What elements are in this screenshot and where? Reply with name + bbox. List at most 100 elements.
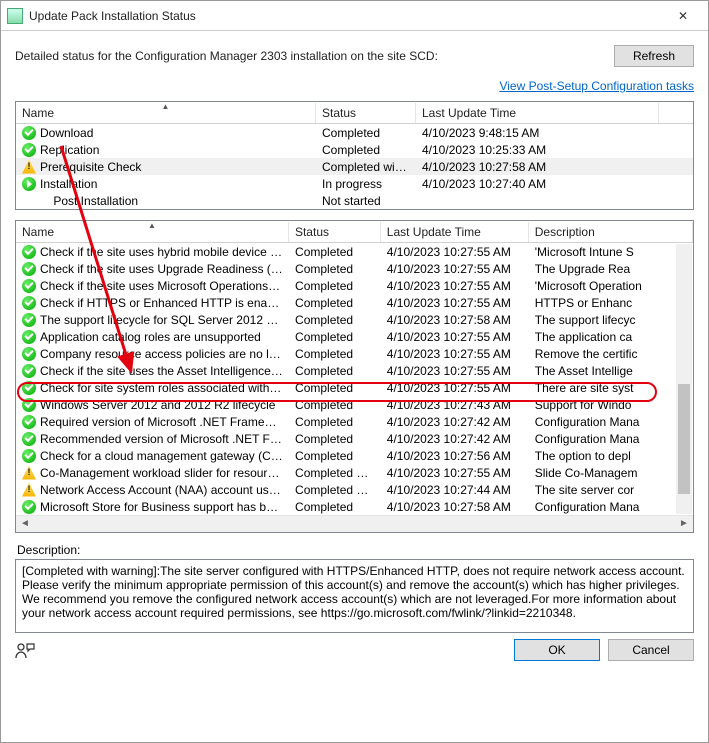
row-status: Completed [289,347,381,361]
intro-text: Detailed status for the Configuration Ma… [15,45,614,63]
row-status: Completed [289,398,381,412]
close-icon: ✕ [678,9,688,23]
row-time: 4/10/2023 10:27:42 AM [381,415,529,429]
row-desc: The site server cor [529,483,693,497]
row-status: Completed [289,330,381,344]
horizontal-scrollbar[interactable]: ◄ ► [16,515,693,532]
list-row[interactable]: Check for a cloud management gateway (CM… [16,447,693,464]
row-time: 4/10/2023 10:27:55 AM [381,364,529,378]
row-status: Completed [289,313,381,327]
row-time: 4/10/2023 10:27:55 AM [381,245,529,259]
col-desc[interactable]: Description [529,222,693,242]
list-row[interactable]: Check for site system roles associated w… [16,379,693,396]
list-row[interactable]: Check if HTTPS or Enhanced HTTP is enabl… [16,294,693,311]
row-name: Windows Server 2012 and 2012 R2 lifecycl… [40,398,275,412]
row-name: Check if the site uses hybrid mobile dev… [40,245,289,259]
row-name: Network Access Account (NAA) account usa… [40,483,289,497]
list-row[interactable]: Windows Server 2012 and 2012 R2 lifecycl… [16,396,693,413]
list-row[interactable]: Prerequisite CheckCompleted with ...4/10… [16,158,693,175]
row-time: 4/10/2023 10:27:58 AM [416,160,659,174]
check-icon [22,313,36,327]
row-time: 4/10/2023 10:27:55 AM [381,296,529,310]
row-desc: Remove the certific [529,347,693,361]
row-status: Completed [289,245,381,259]
row-status: Completed [289,364,381,378]
check-icon [22,415,36,429]
check-icon [22,126,36,140]
list-row[interactable]: Network Access Account (NAA) account usa… [16,481,693,498]
row-time: 4/10/2023 9:48:15 AM [416,126,659,140]
row-name: Download [40,126,93,140]
detail-list[interactable]: ▲Name Status Last Update Time Descriptio… [15,220,694,533]
sort-indicator-icon: ▲ [148,222,156,230]
row-desc: The support lifecyc [529,313,693,327]
list-row[interactable]: InstallationIn progress4/10/2023 10:27:4… [16,175,693,192]
col-name: ▲Name [16,222,289,242]
row-time: 4/10/2023 10:27:55 AM [381,279,529,293]
description-text[interactable]: [Completed with warning]:The site server… [15,559,694,633]
list-row[interactable]: Recommended version of Microsoft .NET Fr… [16,430,693,447]
dialog-window: Update Pack Installation Status ✕ Detail… [0,0,709,743]
row-time: 4/10/2023 10:27:55 AM [381,262,529,276]
row-desc: HTTPS or Enhanc [529,296,693,310]
row-desc: 'Microsoft Operation [529,279,693,293]
row-time: 4/10/2023 10:27:56 AM [381,449,529,463]
check-icon [22,449,36,463]
titlebar: Update Pack Installation Status ✕ [1,1,708,31]
post-setup-link[interactable]: View Post-Setup Configuration tasks [499,79,694,93]
list-row[interactable]: Check if the site uses Upgrade Readiness… [16,260,693,277]
check-icon [22,347,36,361]
col-time[interactable]: Last Update Time [416,103,659,123]
check-icon [22,330,36,344]
col-name: ▲Name [16,103,316,123]
list-row[interactable]: Required version of Microsoft .NET Frame… [16,413,693,430]
play-icon [22,177,36,191]
phase-list-header: ▲Name Status Last Update Time [16,102,693,124]
row-name: Post Installation [40,194,138,208]
feedback-icon[interactable] [15,641,35,659]
row-name: Required version of Microsoft .NET Frame… [40,415,289,429]
row-time: 4/10/2023 10:27:42 AM [381,432,529,446]
row-status: Completed [289,381,381,395]
list-row[interactable]: ReplicationCompleted4/10/2023 10:25:33 A… [16,141,693,158]
row-status: Completed with ... [289,466,381,480]
ok-button[interactable]: OK [514,639,600,661]
list-row[interactable]: Post InstallationNot started [16,192,693,209]
close-button[interactable]: ✕ [664,2,702,30]
list-row[interactable]: Check if the site uses Microsoft Operati… [16,277,693,294]
vertical-scrollbar[interactable] [676,244,692,514]
col-status[interactable]: Status [316,103,416,123]
col-status[interactable]: Status [289,222,381,242]
dialog-body: Detailed status for the Configuration Ma… [1,31,708,742]
warning-icon [22,160,36,174]
row-desc: The Upgrade Rea [529,262,693,276]
list-row[interactable]: DownloadCompleted4/10/2023 9:48:15 AM [16,124,693,141]
phase-list[interactable]: ▲Name Status Last Update Time DownloadCo… [15,101,694,210]
list-row[interactable]: Application catalog roles are unsupporte… [16,328,693,345]
warning-icon [22,466,36,480]
check-icon [22,364,36,378]
row-time: 4/10/2023 10:27:55 AM [381,381,529,395]
refresh-button[interactable]: Refresh [614,45,694,67]
row-status: Completed [289,279,381,293]
row-name: Check if the site uses Upgrade Readiness… [40,262,289,276]
list-row[interactable]: Microsoft Store for Business support has… [16,498,693,515]
description-label: Description: [17,543,694,557]
scrollbar-thumb[interactable] [678,384,690,494]
list-row[interactable]: Co-Management workload slider for resour… [16,464,693,481]
row-name: The support lifecycle for SQL Server 201… [40,313,289,327]
check-icon [22,398,36,412]
row-desc: Slide Co-Managem [529,466,693,480]
list-row[interactable]: Check if the site uses the Asset Intelli… [16,362,693,379]
row-desc: Support for Windo [529,398,693,412]
col-time[interactable]: Last Update Time [381,222,529,242]
row-status: Completed [289,432,381,446]
scroll-left-icon[interactable]: ◄ [18,517,32,531]
row-name: Prerequisite Check [40,160,141,174]
list-row[interactable]: Check if the site uses hybrid mobile dev… [16,243,693,260]
list-row[interactable]: Company resource access policies are no … [16,345,693,362]
cancel-button[interactable]: Cancel [608,639,694,661]
scroll-right-icon[interactable]: ► [677,517,691,531]
row-name: Installation [40,177,97,191]
list-row[interactable]: The support lifecycle for SQL Server 201… [16,311,693,328]
